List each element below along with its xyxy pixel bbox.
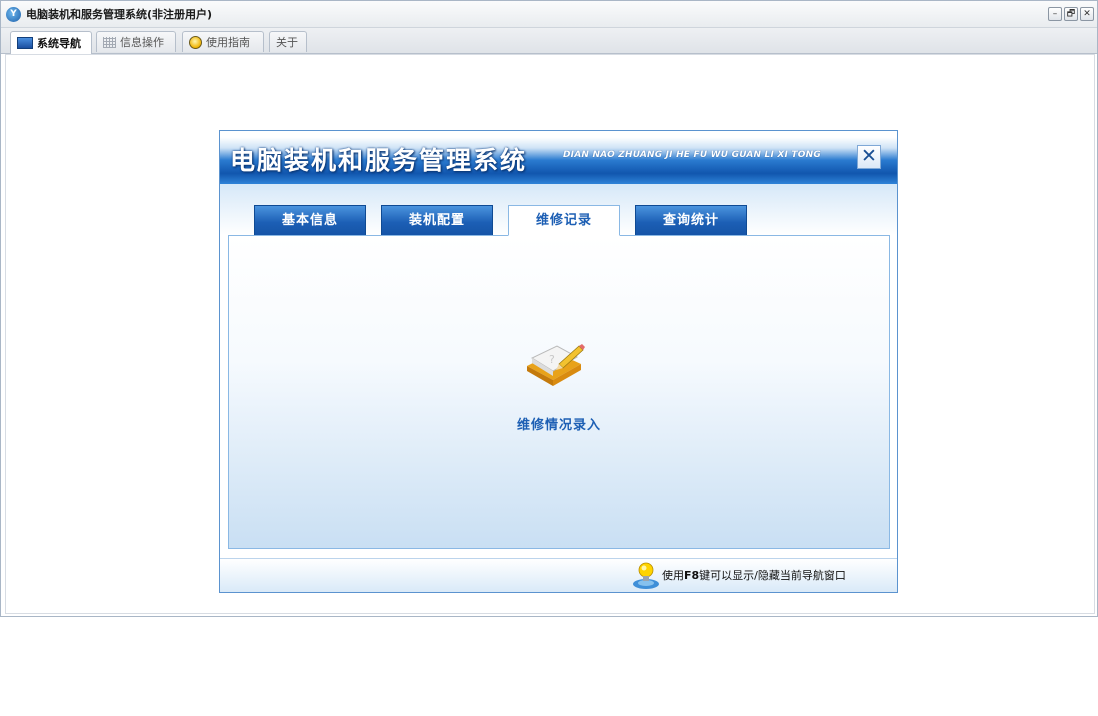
tab-label: 系统导航 [37,37,81,50]
window-title: 电脑装机和服务管理系统(非注册用户) [26,8,213,21]
tab-assembly-config[interactable]: 装机配置 [381,205,493,236]
app-logo-icon: Y [6,7,21,22]
title-bar: Y 电脑装机和服务管理系统(非注册用户) – 🗗 ✕ [1,1,1097,28]
tab-user-guide[interactable]: 使用指南 [182,31,264,52]
tab-about[interactable]: 关于 [269,31,307,52]
tab-label: 使用指南 [206,36,250,49]
navigation-panel: 电脑装机和服务管理系统 DIAN NAO ZHUANG JI HE FU WU … [219,130,898,593]
restore-button[interactable]: 🗗 [1064,7,1078,21]
tab-content-repair-records: ? 维修情况录入 [228,235,890,549]
panel-header: 电脑装机和服务管理系统 DIAN NAO ZHUANG JI HE FU WU … [220,131,897,184]
grid-icon [103,36,116,48]
footer-hint-text: 使用F8键可以显示/隐藏当前导航窗口 [662,559,846,592]
tab-query-statistics[interactable]: 查询统计 [635,205,747,236]
tab-system-navigation[interactable]: 系统导航 [10,31,92,54]
panel-title: 电脑装机和服务管理系统 [230,146,528,175]
top-tab-bar: 系统导航 信息操作 使用指南 关于 [1,28,1097,54]
tab-basic-info[interactable]: 基本信息 [254,205,366,236]
panel-close-button[interactable]: ✕ [857,145,881,169]
panel-footer: 使用F8键可以显示/隐藏当前导航窗口 [220,558,897,592]
hint-key: F8 [684,569,700,582]
lightbulb-hint-icon [633,562,659,589]
lightbulb-icon [189,35,202,49]
notepad-pencil-icon[interactable]: ? [523,340,587,392]
window-controls: – 🗗 ✕ [1048,7,1094,21]
tab-information-operation[interactable]: 信息操作 [96,31,176,52]
tab-repair-records[interactable]: 维修记录 [508,205,620,236]
monitor-icon [17,37,33,49]
tab-label: 关于 [276,36,298,49]
panel-subtitle: DIAN NAO ZHUANG JI HE FU WU GUAN LI XI T… [563,150,821,160]
hint-suffix: 键可以显示/隐藏当前导航窗口 [699,569,846,582]
tab-label: 信息操作 [120,36,164,49]
task-repair-entry-label[interactable]: 维修情况录入 [229,414,889,433]
minimize-button[interactable]: – [1048,7,1062,21]
close-window-button[interactable]: ✕ [1080,7,1094,21]
svg-text:?: ? [549,353,555,366]
hint-prefix: 使用 [662,569,684,582]
